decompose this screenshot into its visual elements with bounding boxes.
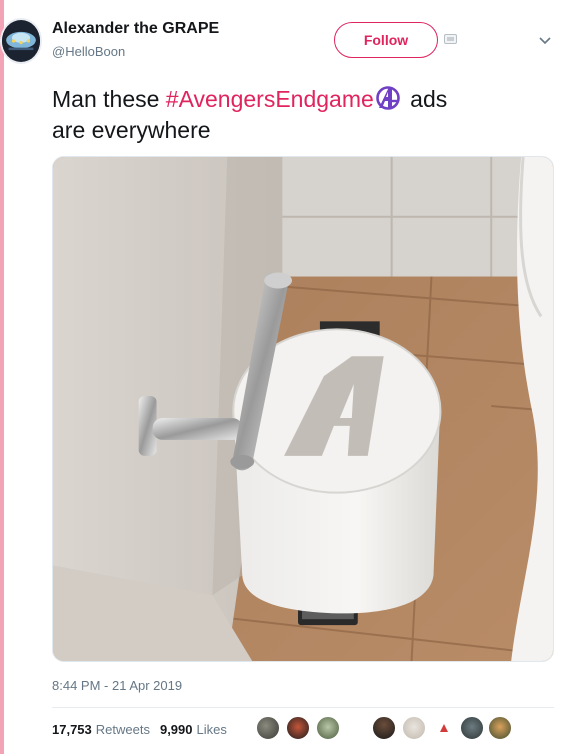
tweet-text: Man these #AvengersEndgame ads are every… [52, 84, 552, 146]
liker-avatar[interactable] [286, 716, 310, 740]
liker-avatar[interactable] [488, 716, 512, 740]
likes-count: 9,990 [159, 722, 193, 737]
avatar[interactable] [0, 18, 42, 64]
divider [52, 707, 554, 708]
author-display-name[interactable]: Alexander the GRAPE [52, 20, 219, 38]
hashtag-link[interactable]: #AvengersEndgame [166, 86, 374, 112]
chevron-down-icon[interactable] [538, 34, 552, 48]
retweets-count: 17,753 [52, 722, 92, 737]
liker-avatar[interactable] [372, 716, 396, 740]
retweets-label: Retweets [95, 722, 150, 737]
tweet-text-part: ads [403, 86, 448, 112]
author-handle[interactable]: @HelloBoon [52, 44, 125, 59]
tweet-text-part: are everywhere [52, 117, 211, 143]
tweet-timestamp[interactable]: 8:44 PM - 21 Apr 2019 [52, 678, 182, 693]
card-icon [444, 34, 457, 44]
avatar-image [2, 22, 40, 60]
avengers-logo-icon [375, 85, 401, 111]
follow-button[interactable]: Follow [334, 22, 438, 58]
likes-stat[interactable]: 9,990 Likes [160, 722, 227, 737]
liker-avatar[interactable] [460, 716, 484, 740]
tweet-stats: 17,753 Retweets 9,990 Likes [52, 722, 227, 737]
liker-avatars [256, 716, 516, 744]
tweet-text-part: Man these [52, 86, 166, 112]
retweets-stat[interactable]: 17,753 Retweets [52, 722, 150, 737]
liker-avatar[interactable] [316, 716, 340, 740]
likes-label: Likes [196, 722, 227, 737]
thread-rail [0, 0, 4, 754]
tweet-photo[interactable] [52, 156, 554, 662]
liker-avatar[interactable] [256, 716, 280, 740]
liker-glyph-icon [440, 724, 448, 732]
liker-avatar[interactable] [432, 716, 456, 740]
liker-avatar[interactable] [402, 716, 426, 740]
